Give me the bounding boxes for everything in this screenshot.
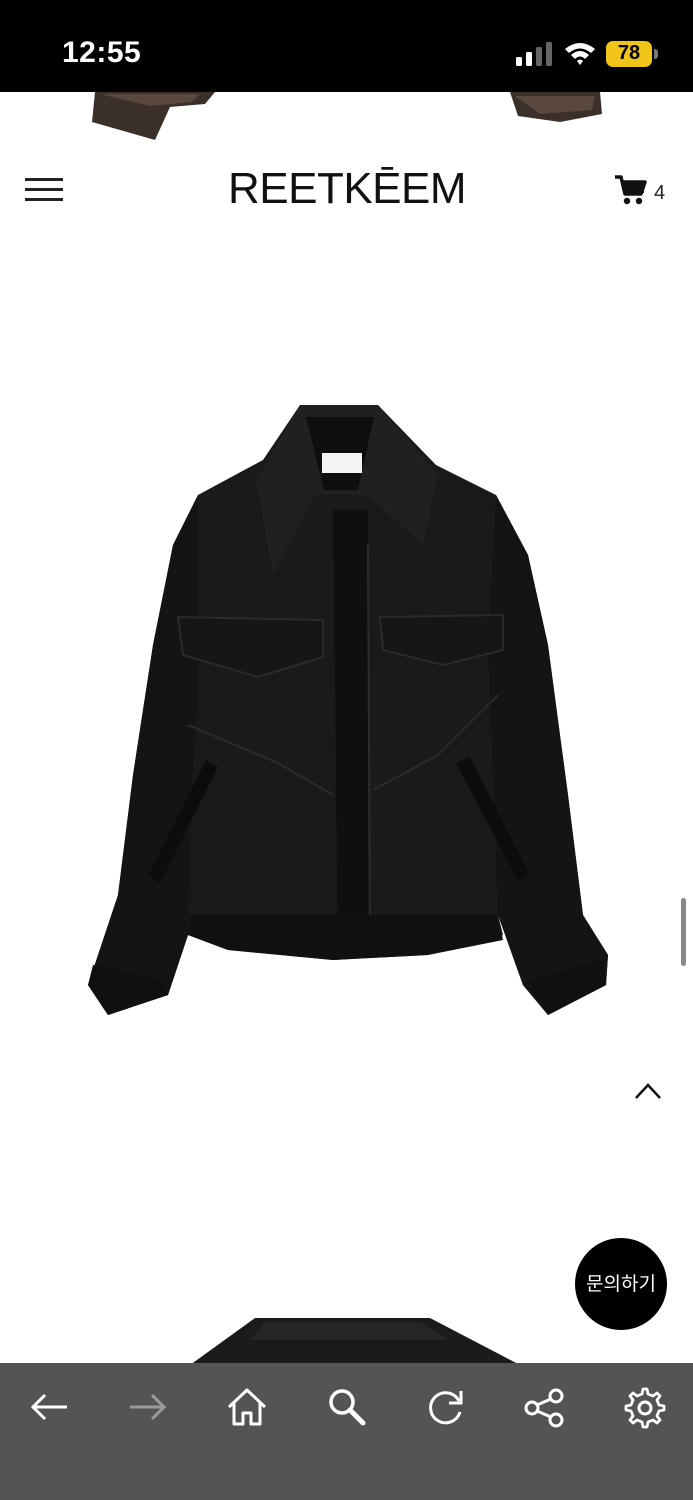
reload-icon <box>429 1391 463 1425</box>
shopping-cart-icon <box>615 175 647 205</box>
forward-button[interactable] <box>120 1379 176 1435</box>
home-button[interactable] <box>219 1379 275 1435</box>
chevron-up-icon[interactable] <box>632 1076 664 1106</box>
search-icon <box>329 1389 366 1426</box>
settings-button[interactable] <box>615 1379 671 1435</box>
next-product-image <box>150 1310 550 1365</box>
inquiry-button[interactable]: 문의하기 <box>575 1238 667 1330</box>
back-button[interactable] <box>21 1379 77 1435</box>
cellular-signal-icon <box>516 42 552 66</box>
home-icon <box>227 1388 267 1426</box>
gear-icon <box>624 1387 666 1429</box>
cart-count: 4 <box>654 182 666 204</box>
previous-product-image <box>0 92 693 150</box>
product-image-jacket[interactable] <box>78 395 618 1035</box>
hamburger-menu-icon[interactable] <box>25 176 63 204</box>
arrow-left-icon <box>30 1393 67 1421</box>
browser-toolbar <box>0 1363 693 1500</box>
wifi-icon <box>565 43 595 65</box>
status-time: 12:55 <box>62 36 142 69</box>
status-bar: 12:55 78 <box>0 0 693 92</box>
battery-percentage: 78 <box>617 42 641 64</box>
cart-button[interactable]: 4 <box>614 174 674 208</box>
share-button[interactable] <box>516 1379 572 1435</box>
reload-button[interactable] <box>417 1379 473 1435</box>
site-header: REETKĒEM 4 <box>0 150 693 232</box>
share-icon <box>524 1388 564 1428</box>
battery-icon: 78 <box>606 41 658 67</box>
search-button[interactable] <box>318 1379 374 1435</box>
brand-logo[interactable]: REETKĒEM <box>200 164 494 214</box>
scroll-indicator[interactable] <box>681 898 686 966</box>
arrow-right-icon <box>130 1393 167 1421</box>
